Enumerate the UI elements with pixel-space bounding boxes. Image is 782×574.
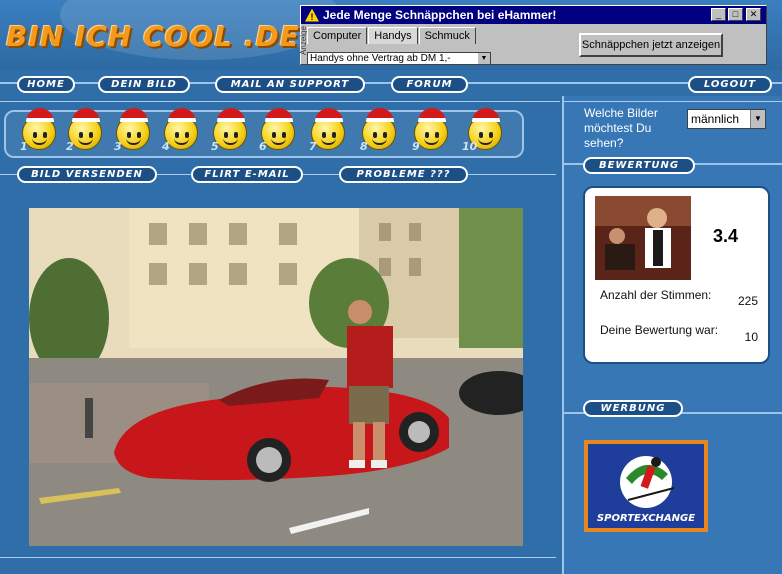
- content-bottom-line: [0, 557, 556, 558]
- rating-5-label: 5: [211, 140, 219, 153]
- average-score: 3.4: [713, 226, 739, 246]
- ad-titlebar: ! Jede Menge Schnäppchen bei eHammer!: [301, 6, 766, 24]
- werbung-heading: WERBUNG: [583, 400, 683, 417]
- votes-label: Anzahl der Stimmen:: [600, 288, 712, 302]
- nav-mail-support[interactable]: MAIL AN SUPPORT: [215, 76, 365, 93]
- your-rating-value: 10: [744, 330, 758, 344]
- ad-product-select[interactable]: Handys ohne Vertrag ab DM 1,- ▼: [307, 52, 491, 65]
- send-picture-button[interactable]: BILD VERSENDEN: [17, 166, 157, 183]
- your-rating-label: Deine Bewertung war:: [600, 323, 719, 337]
- sponsor-name: SPORTEXCHANGE: [596, 513, 696, 524]
- rating-9-label: 9: [412, 140, 420, 153]
- chevron-down-icon: ▼: [478, 53, 490, 64]
- rating-2-label: 2: [66, 140, 74, 153]
- ad-title: Jede Menge Schnäppchen bei eHammer!: [323, 8, 557, 22]
- chevron-down-icon: ▼: [750, 110, 765, 128]
- bewertung-heading: BEWERTUNG: [583, 157, 695, 174]
- sponsor-banner[interactable]: SPORTEXCHANGE: [584, 440, 708, 532]
- page: BIN ICH COOL .DE ! Jede Menge Schnäppche…: [0, 0, 782, 574]
- main-nav: HOME DEIN BILD MAIL AN SUPPORT FORUM LOG…: [0, 74, 782, 96]
- ad-tab-schmuck[interactable]: Schmuck: [418, 27, 476, 44]
- rating-3-label: 3: [114, 140, 122, 153]
- sidebar: Welche Bilder möchtest Du sehen? männlic…: [562, 96, 782, 574]
- user-photo: [29, 208, 523, 546]
- rating-panel: 3.4 Anzahl der Stimmen: 225 Deine Bewert…: [583, 186, 770, 364]
- nav-logout[interactable]: LOGOUT: [688, 76, 772, 93]
- rating-scale: 1 2 3 4 5 6 7 8 9 10: [4, 108, 524, 158]
- ad-cta-button[interactable]: Schnäppchen jetzt anzeigen: [579, 33, 723, 57]
- header: BIN ICH COOL .DE ! Jede Menge Schnäppche…: [0, 0, 782, 70]
- sponsor-banner-inner: SPORTEXCHANGE: [588, 444, 704, 528]
- ad-tabs: Computer Handys Schmuck: [307, 27, 477, 44]
- ad-popup: ! Jede Menge Schnäppchen bei eHammer! _ …: [299, 5, 767, 65]
- gender-filter-label: Welche Bilder möchtest Du sehen?: [584, 106, 658, 150]
- gender-select-value: männlich: [691, 112, 740, 126]
- flirt-email-button[interactable]: FLIRT E-MAIL: [191, 166, 303, 183]
- ad-select-value: Handys ohne Vertrag ab DM 1,-: [310, 53, 451, 64]
- rating-6-label: 6: [259, 140, 267, 153]
- rating-1-label: 1: [20, 140, 28, 153]
- rating-8-label: 8: [360, 140, 368, 153]
- maximize-icon[interactable]: □: [728, 8, 743, 21]
- close-icon[interactable]: ✕: [746, 8, 761, 21]
- rated-photo-thumbnail[interactable]: [595, 196, 691, 280]
- warning-icon: !: [305, 8, 319, 22]
- nav-home[interactable]: HOME: [17, 76, 75, 93]
- site-logo[interactable]: BIN ICH COOL .DE: [6, 20, 300, 53]
- ad-tab-handys[interactable]: Handys: [368, 27, 418, 44]
- rating-7-label: 7: [309, 140, 317, 153]
- rating-4-label: 4: [162, 140, 170, 153]
- gender-select[interactable]: männlich ▼: [687, 109, 766, 129]
- ad-tab-computer[interactable]: Computer: [307, 27, 368, 44]
- nav-dein-bild[interactable]: DEIN BILD: [98, 76, 190, 93]
- votes-value: 225: [737, 294, 758, 308]
- content-top-line: [0, 101, 560, 102]
- rating-10-label: 10: [462, 140, 478, 153]
- minimize-icon[interactable]: _: [711, 8, 726, 21]
- sidebar-top-line: [564, 101, 782, 102]
- nav-forum[interactable]: FORUM: [391, 76, 468, 93]
- problems-button[interactable]: PROBLEME ???: [339, 166, 468, 183]
- main-content: 1 2 3 4 5 6 7 8 9 10 BILD VERSENDEN FLIR…: [0, 96, 560, 574]
